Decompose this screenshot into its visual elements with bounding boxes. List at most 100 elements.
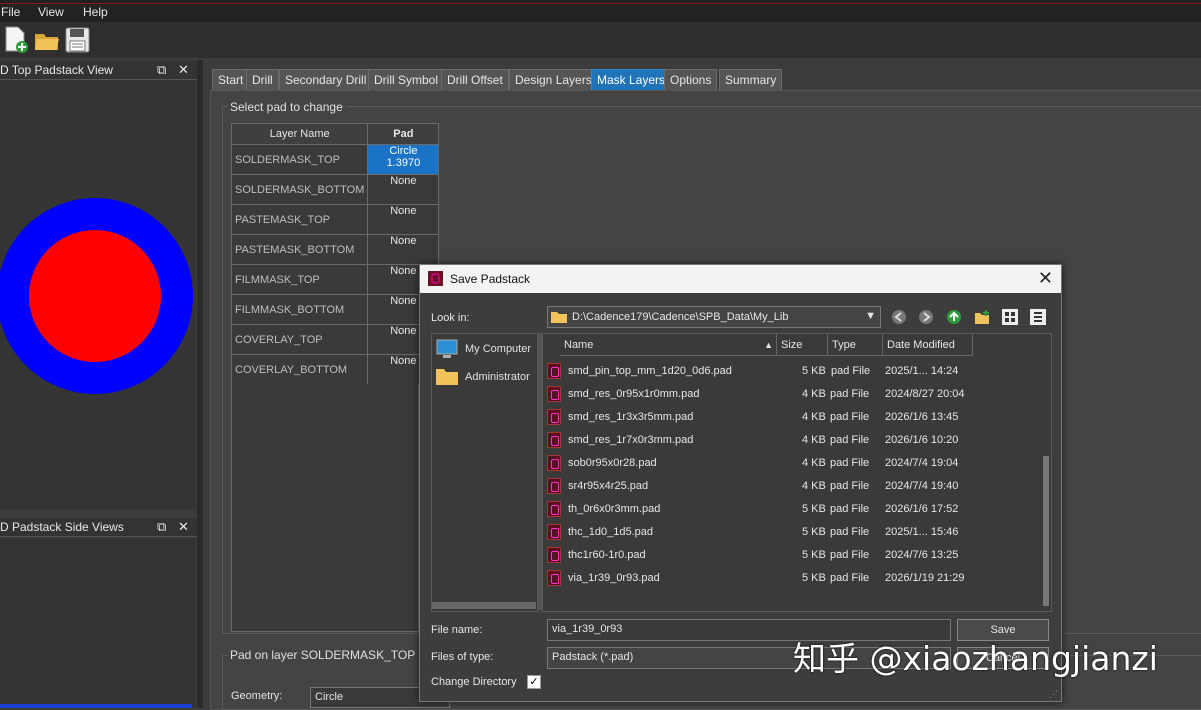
file-name: thc_1d0_1d5.pad [568, 526, 654, 538]
list-item[interactable]: via_1r39_0r93.pad 5 KB pad File 2026/1/19 2… [543, 567, 1043, 590]
list-item[interactable]: smd_res_0r95x1r0mm.pad 4 KB pad File 2024/8… [543, 383, 1043, 406]
forward-arrow-icon[interactable] [918, 309, 934, 325]
tab-drill-offset[interactable]: Drill Offset [441, 69, 509, 92]
list-item[interactable]: thc_1d0_1d5.pad 5 KB pad File 2025/1... 15:… [543, 521, 1043, 544]
new-file-icon[interactable] [3, 26, 29, 54]
chevron-down-icon[interactable]: ▼ [865, 307, 876, 325]
scroll-thumb[interactable] [1043, 456, 1049, 606]
new-folder-icon[interactable] [974, 309, 990, 325]
file-size: 5 KB [802, 572, 826, 584]
list-item[interactable]: smd_res_1r3x3r5mm.pad 4 KB pad File 2026/1/… [543, 406, 1043, 429]
file-size: 5 KB [802, 549, 826, 561]
look-in-combo[interactable]: D:\Cadence179\Cadence\SPB_Data\My_Lib ▼ [547, 306, 881, 328]
list-item[interactable]: smd_pin_top_mm_1d20_0d6.pad 2025/1... 14:… [543, 360, 1043, 383]
computer-icon [436, 339, 458, 358]
column-header-pad[interactable]: Pad [367, 123, 440, 145]
file-size: 5 KB [802, 526, 826, 538]
tab-drill-symbol[interactable]: Drill Symbol [368, 69, 445, 92]
file-size: 4 KB [802, 411, 826, 423]
open-folder-icon[interactable] [34, 26, 60, 54]
file-size-partial: 5 KB [802, 365, 826, 377]
up-folder-icon[interactable] [946, 309, 962, 325]
pad-value[interactable]: None [367, 234, 440, 265]
table-row[interactable]: SOLDERMASK_BOTTOM None [230, 174, 440, 205]
place-label: My Computer [465, 343, 532, 355]
grid-view-icon[interactable] [1002, 309, 1018, 325]
folder-icon [551, 312, 567, 323]
layer-name: FILMMASK_BOTTOM [230, 294, 369, 325]
table-row[interactable]: COVERLAY_BOTTOM None [230, 354, 440, 385]
tab-design-layers[interactable]: Design Layers [509, 69, 598, 92]
column-header-type[interactable]: Type [828, 334, 883, 356]
file-name: via_1r39_0r93.pad [568, 572, 660, 584]
list-item[interactable]: sob0r95x0r28.pad 4 KB pad File 2024/7/4 19:… [543, 452, 1043, 475]
table-row[interactable]: SOLDERMASK_TOP Circle 1.3970 [230, 144, 440, 175]
file-type: pad File [830, 503, 870, 515]
close-icon[interactable]: ✕ [1038, 268, 1053, 289]
pad-value[interactable]: None [367, 204, 440, 235]
pad-file-icon [547, 501, 561, 517]
padstack-app-icon [428, 271, 443, 286]
tab-drill[interactable]: Drill [246, 69, 279, 92]
vertical-scrollbar[interactable] [1042, 334, 1050, 609]
top-view-header: D Top Padstack View ⧉ ✕ [0, 61, 197, 80]
tab-options[interactable]: Options [664, 69, 718, 92]
look-in-label: Look in: [431, 312, 470, 324]
menu-help[interactable]: Help [83, 5, 108, 19]
inner-pad-circle [29, 230, 161, 362]
layer-name: COVERLAY_TOP [230, 324, 369, 355]
back-arrow-icon[interactable] [891, 309, 907, 325]
change-directory-checkbox[interactable]: ✓ [527, 675, 541, 689]
file-name: thc1r60-1r0.pad [568, 549, 646, 561]
tab-start[interactable]: Start [212, 69, 250, 92]
column-header-size[interactable]: Size [777, 334, 828, 356]
menu-file[interactable]: File [1, 5, 20, 19]
tab-secondary-drill[interactable]: Secondary Drill [279, 69, 373, 92]
folder-icon [436, 369, 458, 385]
list-item[interactable]: thc1r60-1r0.pad 5 KB pad File 2024/7/6 13:2… [543, 544, 1043, 567]
look-in-path: D:\Cadence179\Cadence\SPB_Data\My_Lib [572, 311, 789, 323]
pad-file-icon [547, 478, 561, 494]
column-header-date[interactable]: Date Modified [883, 334, 973, 356]
menu-view[interactable]: View [38, 5, 64, 19]
save-disk-icon[interactable] [65, 26, 91, 54]
table-row[interactable]: PASTEMASK_BOTTOM None [230, 234, 440, 265]
layer-name: PASTEMASK_TOP [230, 204, 369, 235]
side-view-title: D Padstack Side Views [0, 520, 124, 534]
side-view-header: D Padstack Side Views ⧉ ✕ [0, 518, 197, 537]
column-header-layer[interactable]: Layer Name [230, 123, 369, 145]
file-type-partial: pad File [831, 365, 871, 377]
column-label: Name [564, 339, 594, 351]
list-item[interactable]: sr4r95x4r25.pad 4 KB pad File 2024/7/4 19:4… [543, 475, 1043, 498]
pad-value[interactable]: Circle 1.3970 [367, 144, 440, 175]
close-icon[interactable]: ✕ [178, 61, 189, 79]
place-administrator[interactable]: Administrator [436, 367, 536, 389]
close-icon[interactable]: ✕ [178, 518, 189, 536]
pad-value[interactable]: None [367, 174, 440, 205]
table-row[interactable]: FILMMASK_BOTTOM None [230, 294, 440, 325]
list-item[interactable]: th_0r6x0r3mm.pad 5 KB pad File 2026/1/6 17:… [543, 498, 1043, 521]
file-name: smd_pin_top_mm_1d20_0d6.pad [568, 365, 732, 377]
pad-file-icon [547, 363, 561, 379]
side-view-canvas [0, 538, 196, 708]
list-item[interactable]: smd_res_1r7x0r3mm.pad 4 KB pad File 2026/1/… [543, 429, 1043, 452]
tab-mask-layers[interactable]: Mask Layers [591, 69, 672, 92]
horizontal-scrollbar[interactable] [432, 602, 536, 609]
table-row[interactable]: PASTEMASK_TOP None [230, 204, 440, 235]
table-row[interactable]: COVERLAY_TOP None [230, 324, 440, 355]
table-row[interactable]: FILMMASK_TOP None [230, 264, 440, 295]
toolbar [0, 22, 1201, 58]
resize-grip-icon[interactable]: ⋰ [1049, 689, 1058, 700]
pad-file-icon [547, 455, 561, 471]
file-type: pad File [830, 572, 870, 584]
place-my-computer[interactable]: My Computer [436, 339, 536, 361]
float-icon[interactable]: ⧉ [157, 518, 166, 536]
file-name: sob0r95x0r28.pad [568, 457, 657, 469]
column-header-name[interactable]: Name ▲ [560, 334, 777, 356]
tab-summary[interactable]: Summary [719, 69, 783, 92]
table-empty-area [231, 384, 419, 632]
list-view-icon[interactable] [1030, 309, 1046, 325]
file-date: 2025/1... 15:46 [885, 526, 959, 538]
float-icon[interactable]: ⧉ [157, 61, 166, 79]
watermark-text: 知乎 @xiaozhangjianzi [793, 639, 1158, 678]
